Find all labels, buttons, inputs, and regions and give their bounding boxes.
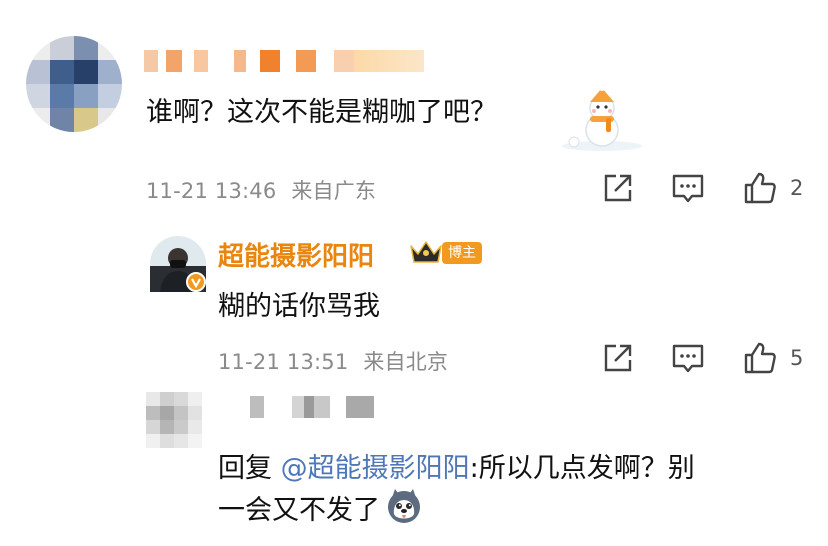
like-button[interactable] xyxy=(742,340,778,376)
reply-location: 来自北京 xyxy=(363,350,449,374)
reply-prefix: 回复 xyxy=(218,453,281,484)
reply-time: 11-21 13:51 xyxy=(218,350,349,374)
share-button[interactable] xyxy=(600,170,636,206)
thumbs-up-icon xyxy=(744,342,776,374)
comment-location: 来自广东 xyxy=(291,179,377,203)
avatar-commenter-1[interactable] xyxy=(26,36,122,132)
blogger-badge: 博主 xyxy=(442,242,482,264)
like-count: 2 xyxy=(790,176,804,200)
reply-text-line2: 一会又不发了 xyxy=(218,488,380,527)
verified-v-icon xyxy=(186,272,206,292)
mention-link[interactable]: @超能摄影阳阳 xyxy=(281,453,470,484)
username-pixelated[interactable] xyxy=(250,396,374,418)
comment-meta: 11-21 13:46 来自广东 xyxy=(146,175,376,205)
share-icon xyxy=(604,174,632,202)
reply-line1-rest: :所以几点发啊？别 xyxy=(469,453,695,484)
username-blogger[interactable]: 超能摄影阳阳 xyxy=(218,236,374,273)
comment-icon xyxy=(672,344,704,373)
avatar-blogger[interactable] xyxy=(150,236,206,292)
comment-time: 11-21 13:46 xyxy=(146,179,277,203)
comment-text: 谁啊？这次不能是糊咖了吧？ xyxy=(146,97,497,128)
reply-text: 糊的话你骂我 xyxy=(218,291,380,322)
share-button[interactable] xyxy=(600,340,636,376)
like-button[interactable] xyxy=(742,170,778,206)
comment-icon xyxy=(672,174,704,203)
reply-meta: 11-21 13:51 来自北京 xyxy=(218,346,448,376)
comment-button[interactable] xyxy=(670,340,706,376)
comment-button[interactable] xyxy=(670,170,706,206)
like-count: 5 xyxy=(790,346,804,370)
thumbs-up-icon xyxy=(744,172,776,204)
snowman-sticker xyxy=(560,84,644,152)
reply-text: 回复 @超能摄影阳阳:所以几点发啊？别 xyxy=(218,446,695,485)
reply-line2: 一会又不发了 xyxy=(218,495,380,526)
husky-emoji xyxy=(386,488,422,524)
crown-icon xyxy=(408,238,444,266)
username-pixelated[interactable] xyxy=(144,50,424,72)
avatar-commenter-2[interactable] xyxy=(146,392,202,448)
share-icon xyxy=(604,344,632,372)
